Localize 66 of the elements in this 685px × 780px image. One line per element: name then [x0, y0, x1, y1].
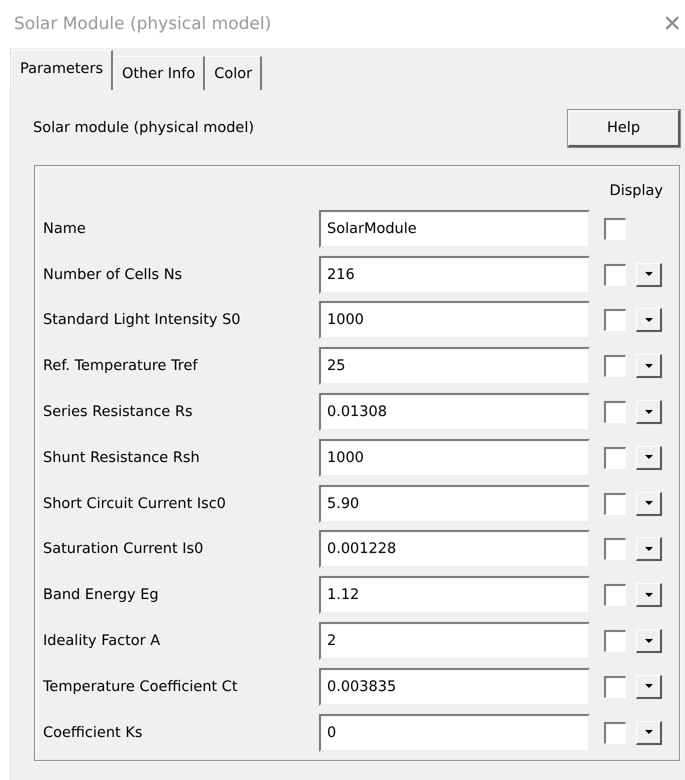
dropdown-button[interactable]	[636, 446, 662, 470]
window-title: Solar Module (physical model)	[14, 14, 272, 34]
caret-icon	[644, 684, 652, 688]
field-label: Number of Cells Ns	[43, 266, 184, 283]
input-field[interactable]: 1000	[319, 438, 590, 477]
dropdown-button[interactable]	[636, 583, 662, 608]
tab[interactable]: Other Info	[113, 56, 206, 90]
tab[interactable]: Color	[205, 56, 262, 90]
dropdown-button[interactable]	[636, 629, 662, 654]
checkbox[interactable]	[604, 264, 626, 286]
input-field[interactable]: SolarModule	[319, 210, 590, 248]
checkbox[interactable]	[604, 309, 626, 332]
dropdown-button[interactable]	[636, 400, 662, 424]
checkbox[interactable]	[604, 722, 626, 744]
caret-icon	[644, 455, 652, 460]
input-field[interactable]: 25	[319, 347, 590, 386]
tab[interactable]: Parameters	[11, 50, 113, 90]
close-button[interactable]: ×	[659, 9, 685, 39]
caret-icon	[644, 638, 652, 643]
field-label: Saturation Current Is0	[43, 541, 204, 558]
field-label: Ref. Temperature Tref	[43, 358, 199, 374]
checkbox[interactable]	[604, 584, 626, 606]
checkbox[interactable]	[604, 446, 626, 469]
input-field[interactable]: 0.003835	[319, 668, 590, 706]
field-label: Band Energy Eg	[43, 587, 160, 604]
caret-icon	[644, 410, 652, 414]
caret-icon	[644, 546, 652, 551]
dropdown-button[interactable]	[636, 674, 662, 699]
field-label: Temperature Coefficient Ct	[43, 678, 239, 695]
checkbox[interactable]	[604, 218, 626, 240]
input-field[interactable]: 0	[319, 714, 590, 752]
dropdown-button[interactable]	[636, 537, 662, 562]
checkbox[interactable]	[604, 492, 626, 515]
field-label: Standard Light Intensity S0	[43, 312, 242, 328]
dialog-heading: Solar module (physical model)	[33, 120, 254, 136]
caret-icon	[644, 501, 652, 506]
field-label: Short Circuit Current Isc0	[43, 496, 227, 512]
dropdown-button[interactable]	[636, 492, 662, 516]
checkbox[interactable]	[604, 538, 626, 560]
caret-icon	[644, 730, 652, 734]
checkbox[interactable]	[604, 401, 626, 424]
dropdown-button[interactable]	[636, 262, 662, 287]
caret-icon	[644, 592, 652, 597]
input-field[interactable]: 5.90	[319, 484, 590, 523]
field-label: Name	[43, 220, 87, 237]
dropdown-button[interactable]	[636, 354, 662, 378]
field-label: Ideality Factor A	[43, 633, 162, 650]
field-label: Shunt Resistance Rsh	[43, 450, 201, 466]
dropdown-button[interactable]	[636, 308, 662, 332]
caret-icon	[644, 272, 652, 276]
dropdown-button[interactable]	[636, 720, 662, 745]
input-field[interactable]: 1.12	[319, 576, 590, 614]
field-label: Coefficient Ks	[43, 724, 144, 741]
input-field[interactable]: 0.001228	[319, 530, 590, 568]
checkbox[interactable]	[604, 676, 626, 698]
input-field[interactable]: 2	[319, 622, 590, 660]
caret-icon	[644, 318, 652, 322]
help-button[interactable]: Help	[568, 110, 680, 146]
field-label: Series Resistance Rs	[43, 404, 194, 420]
input-field[interactable]: 0.01308	[319, 393, 590, 432]
checkbox[interactable]	[604, 355, 626, 378]
column-heading: Display	[610, 183, 663, 199]
input-field[interactable]: 216	[319, 256, 590, 294]
checkbox[interactable]	[604, 630, 626, 652]
caret-icon	[644, 364, 652, 368]
input-field[interactable]: 1000	[319, 301, 590, 340]
